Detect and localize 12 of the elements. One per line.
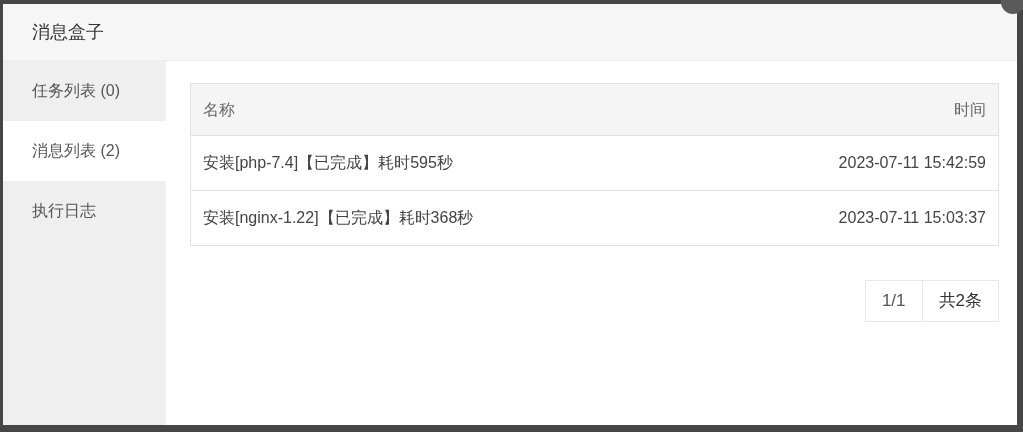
table-cell-text: 安装[php-7.4]【已完成】耗时595秒	[203, 153, 453, 173]
column-header: 时间	[954, 99, 986, 120]
table-cell-text: 安装[nginx-1.22]【已完成】耗时368秒	[203, 208, 474, 228]
sidebar-item[interactable]: 消息列表 (2)	[3, 121, 166, 181]
total-count: 共2条	[922, 280, 999, 322]
table-cell-text: 2023-07-11 15:42:59	[838, 153, 986, 173]
sidebar-item[interactable]: 执行日志	[3, 181, 166, 241]
sidebar-item[interactable]: 任务列表 (0)	[3, 61, 166, 121]
table-cell-text: 2023-07-11 15:03:37	[838, 208, 986, 228]
window-title: 消息盒子	[3, 4, 1017, 61]
column-header: 名称	[203, 99, 235, 120]
page-indicator: 1/1	[864, 280, 923, 322]
